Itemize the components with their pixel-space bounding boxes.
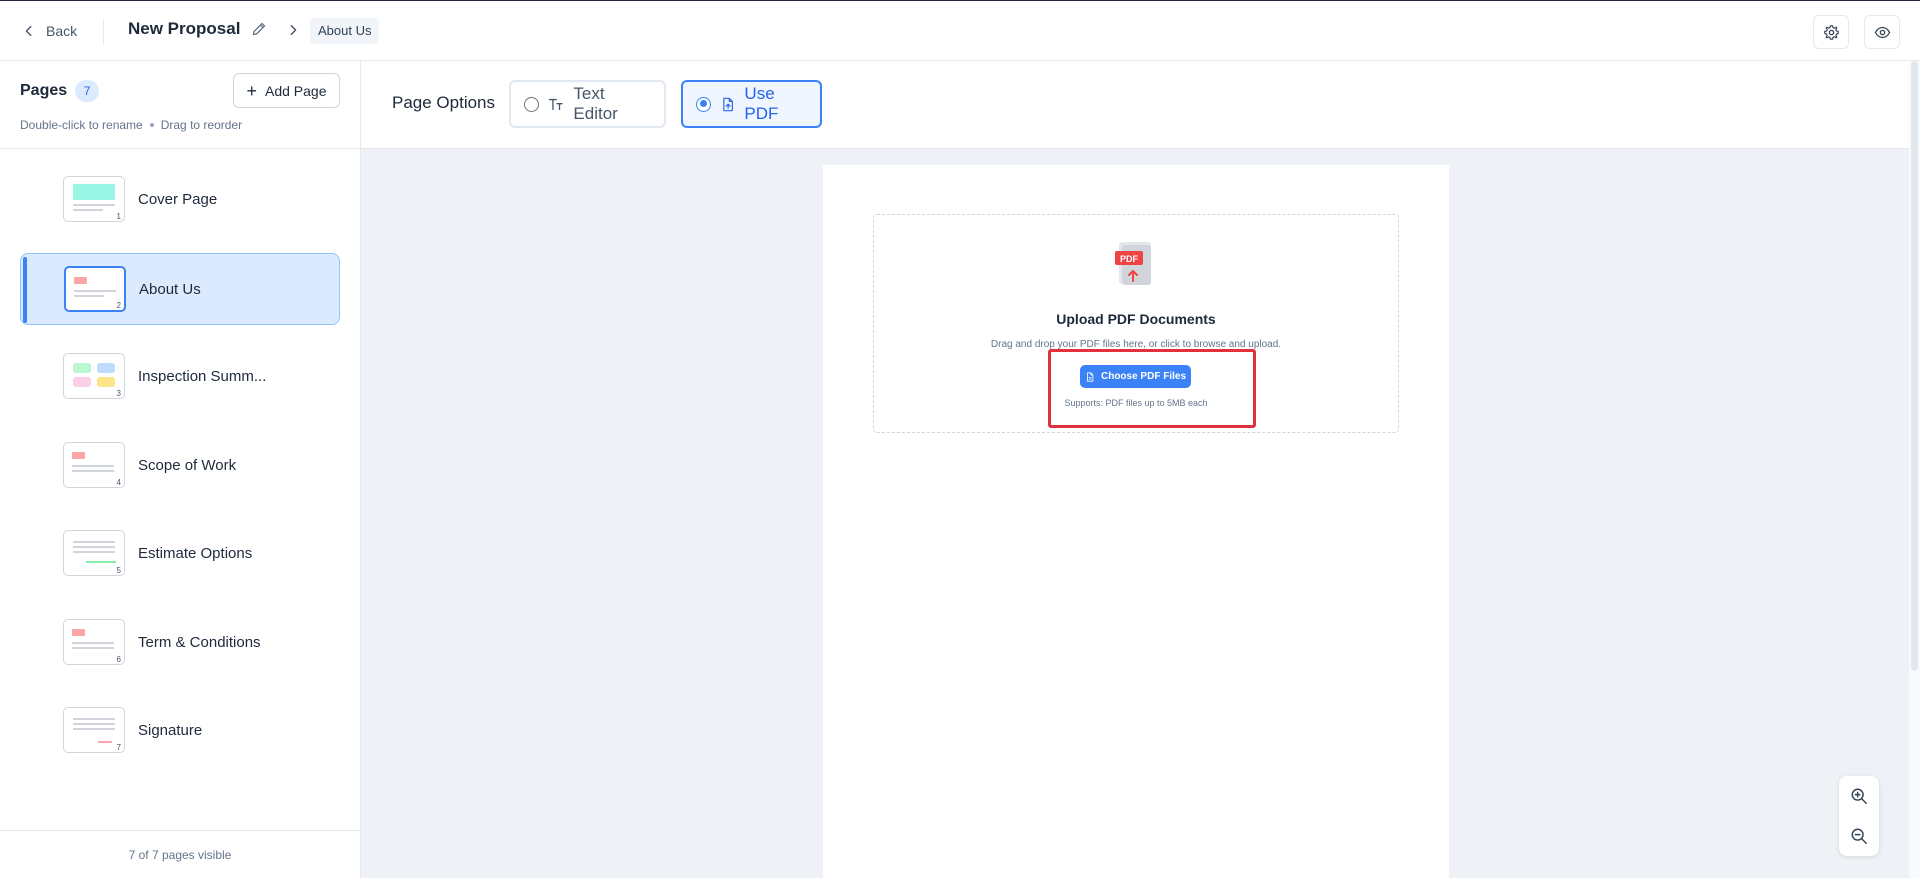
page-number: 2 [116,301,121,310]
page-label: About Us [139,281,201,298]
pages-visible-status: 7 of 7 pages visible [0,830,360,878]
pages-sidebar: Pages 7 + Add Page Double-click to renam… [0,61,361,878]
upload-supports-text: Supports: PDF files up to 5MB each [1064,398,1208,408]
file-icon [1087,371,1094,382]
gear-icon [1823,24,1839,40]
proposal-title-text: New Proposal [128,19,241,38]
add-page-button[interactable]: + Add Page [233,73,340,108]
page-count-badge: 7 [75,80,100,102]
page-thumbnail: 2 [64,266,126,312]
page-number: 7 [116,743,121,752]
sidebar-header: Pages 7 + Add Page Double-click to renam… [0,61,360,149]
add-page-label: Add Page [265,82,327,99]
file-upload-icon [723,97,733,111]
upload-description: Drag and drop your PDF files here, or cl… [990,339,1282,350]
page-item-inspection-summary[interactable]: 3 Inspection Summ... [20,341,340,413]
pages-title: Pages [20,82,68,99]
page-label: Term & Conditions [138,634,261,651]
zoom-controls [1839,776,1879,856]
top-bar: Back New Proposal About Us [0,0,1920,61]
zoom-out-icon [1851,828,1867,844]
page-item-term-conditions[interactable]: 6 Term & Conditions [20,607,340,679]
zoom-out-button[interactable] [1849,826,1869,846]
page-item-estimate-options[interactable]: 5 Estimate Options [20,518,340,590]
use-pdf-option[interactable]: Use PDF [681,80,822,128]
page-label: Inspection Summ... [138,368,267,385]
back-label: Back [46,23,78,39]
proposal-title[interactable]: New Proposal [128,19,267,39]
radio-selected[interactable] [696,96,711,112]
page-number: 1 [116,212,121,221]
breadcrumb-current[interactable]: About Us [310,18,380,44]
hint-rename: Double-click to rename [20,118,143,132]
choose-pdf-files-button[interactable]: Choose PDF Files [1080,365,1191,388]
back-button[interactable]: Back [22,20,77,42]
page-item-about-us[interactable]: 2 About Us [20,253,340,325]
header-divider [103,19,104,45]
page-thumbnail: 1 [63,176,125,222]
page-number: 4 [116,478,121,487]
radio-unselected[interactable] [524,96,539,112]
zoom-in-button[interactable] [1849,786,1869,806]
page-options-bar: Page Options Text Editor Use PDF [361,61,1920,149]
page-label: Cover Page [138,191,218,208]
page-thumbnail: 7 [63,707,125,753]
page-thumbnail: 3 [63,353,125,399]
chevron-left-icon [25,25,32,37]
page-thumbnail: 4 [63,442,125,488]
page-thumbnail: 5 [63,530,125,576]
page-thumbnail: 6 [63,619,125,665]
page-number: 3 [116,389,121,398]
pdf-file-icon: PDF [1115,242,1151,285]
page-item-cover-page[interactable]: 1 Cover Page [20,164,340,236]
page-number: 5 [116,566,121,575]
chevron-right-icon [290,24,297,36]
preview-button[interactable] [1864,15,1900,49]
text-editor-option[interactable]: Text Editor [509,80,666,128]
page-label: Signature [138,722,203,739]
settings-button[interactable] [1813,15,1849,49]
choose-pdf-label: Choose PDF Files [1100,371,1186,382]
use-pdf-label: Use PDF [744,84,779,123]
hint-reorder: Drag to reorder [160,118,243,132]
scrollbar-thumb[interactable] [1911,61,1918,671]
page-item-scope-of-work[interactable]: 4 Scope of Work [20,430,340,502]
text-format-icon [548,98,563,110]
upload-title: Upload PDF Documents [1056,311,1216,327]
eye-icon [1874,26,1890,38]
bullet-separator [149,123,154,127]
page-label: Estimate Options [138,545,253,562]
pencil-icon[interactable] [251,21,267,37]
pages-heading: Pages 7 [20,80,100,102]
page-options-label: Page Options [392,93,496,112]
page-item-signature[interactable]: 7 Signature [20,695,340,767]
sidebar-hint: Double-click to rename Drag to reorder [20,118,242,132]
zoom-in-icon [1851,788,1867,804]
pdf-icon-text: PDF [1120,254,1139,264]
text-editor-label: Text Editor [573,84,618,123]
plus-icon: + [246,80,257,101]
page-number: 6 [116,655,121,664]
page-label: Scope of Work [138,457,237,474]
